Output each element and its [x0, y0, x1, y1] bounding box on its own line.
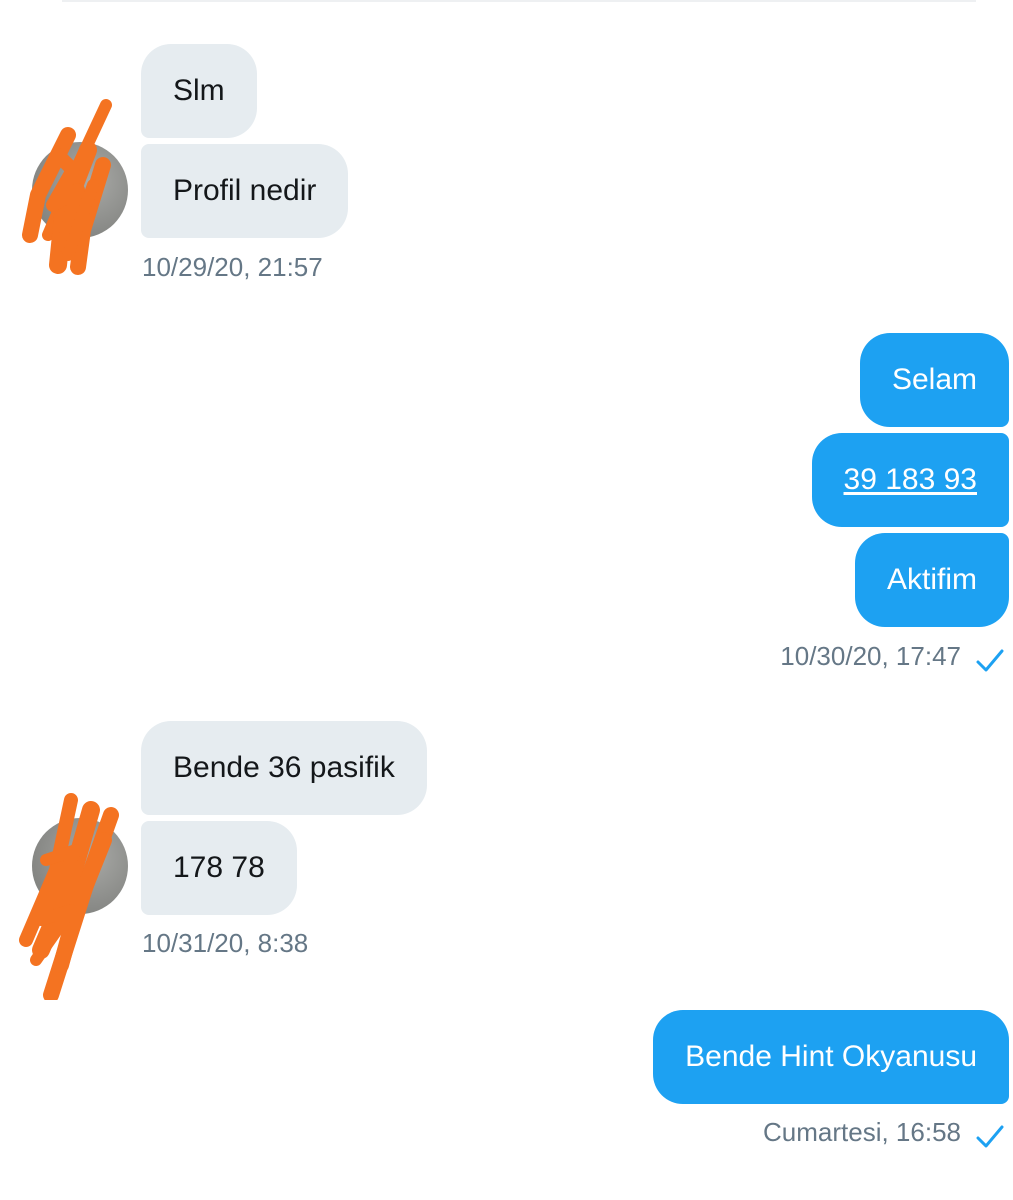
check-icon: [976, 649, 1004, 672]
message-text: Slm: [173, 74, 225, 107]
message-timestamp: 10/29/20, 21:57: [142, 252, 323, 282]
message-text: 178 78: [173, 851, 265, 884]
message-timestamp: 10/31/20, 8:38: [142, 928, 309, 958]
message-bubble[interactable]: 39 183 93: [811, 433, 1009, 527]
message-text: Bende Hint Okyanusu: [685, 1040, 977, 1073]
message-bubble[interactable]: Bende Hint Okyanusu: [653, 1010, 1009, 1104]
avatar-redaction-scribble-icon: [19, 793, 119, 1000]
message-text: Profil nedir: [173, 174, 317, 207]
message-text: Selam: [891, 363, 977, 396]
check-icon: [976, 1125, 1004, 1148]
avatar-redaction-scribble-icon: [22, 99, 112, 275]
top-divider: [62, 0, 976, 2]
message-bubble[interactable]: Bende 36 pasifik: [141, 721, 427, 815]
message-timestamp: 10/30/20, 17:47: [780, 641, 961, 671]
message-bubble[interactable]: Slm: [141, 44, 257, 138]
message-bubble[interactable]: 178 78: [141, 821, 297, 915]
message-link[interactable]: 39 183 93: [844, 463, 977, 496]
message-text: Bende 36 pasifik: [173, 751, 395, 784]
message-bubble[interactable]: Aktifim: [855, 533, 1009, 627]
message-timestamp: Cumartesi, 16:58: [763, 1117, 961, 1147]
message-bubble[interactable]: Profil nedir: [141, 144, 349, 238]
message-text: Aktifim: [887, 563, 977, 596]
message-bubble[interactable]: Selam: [859, 333, 1009, 427]
